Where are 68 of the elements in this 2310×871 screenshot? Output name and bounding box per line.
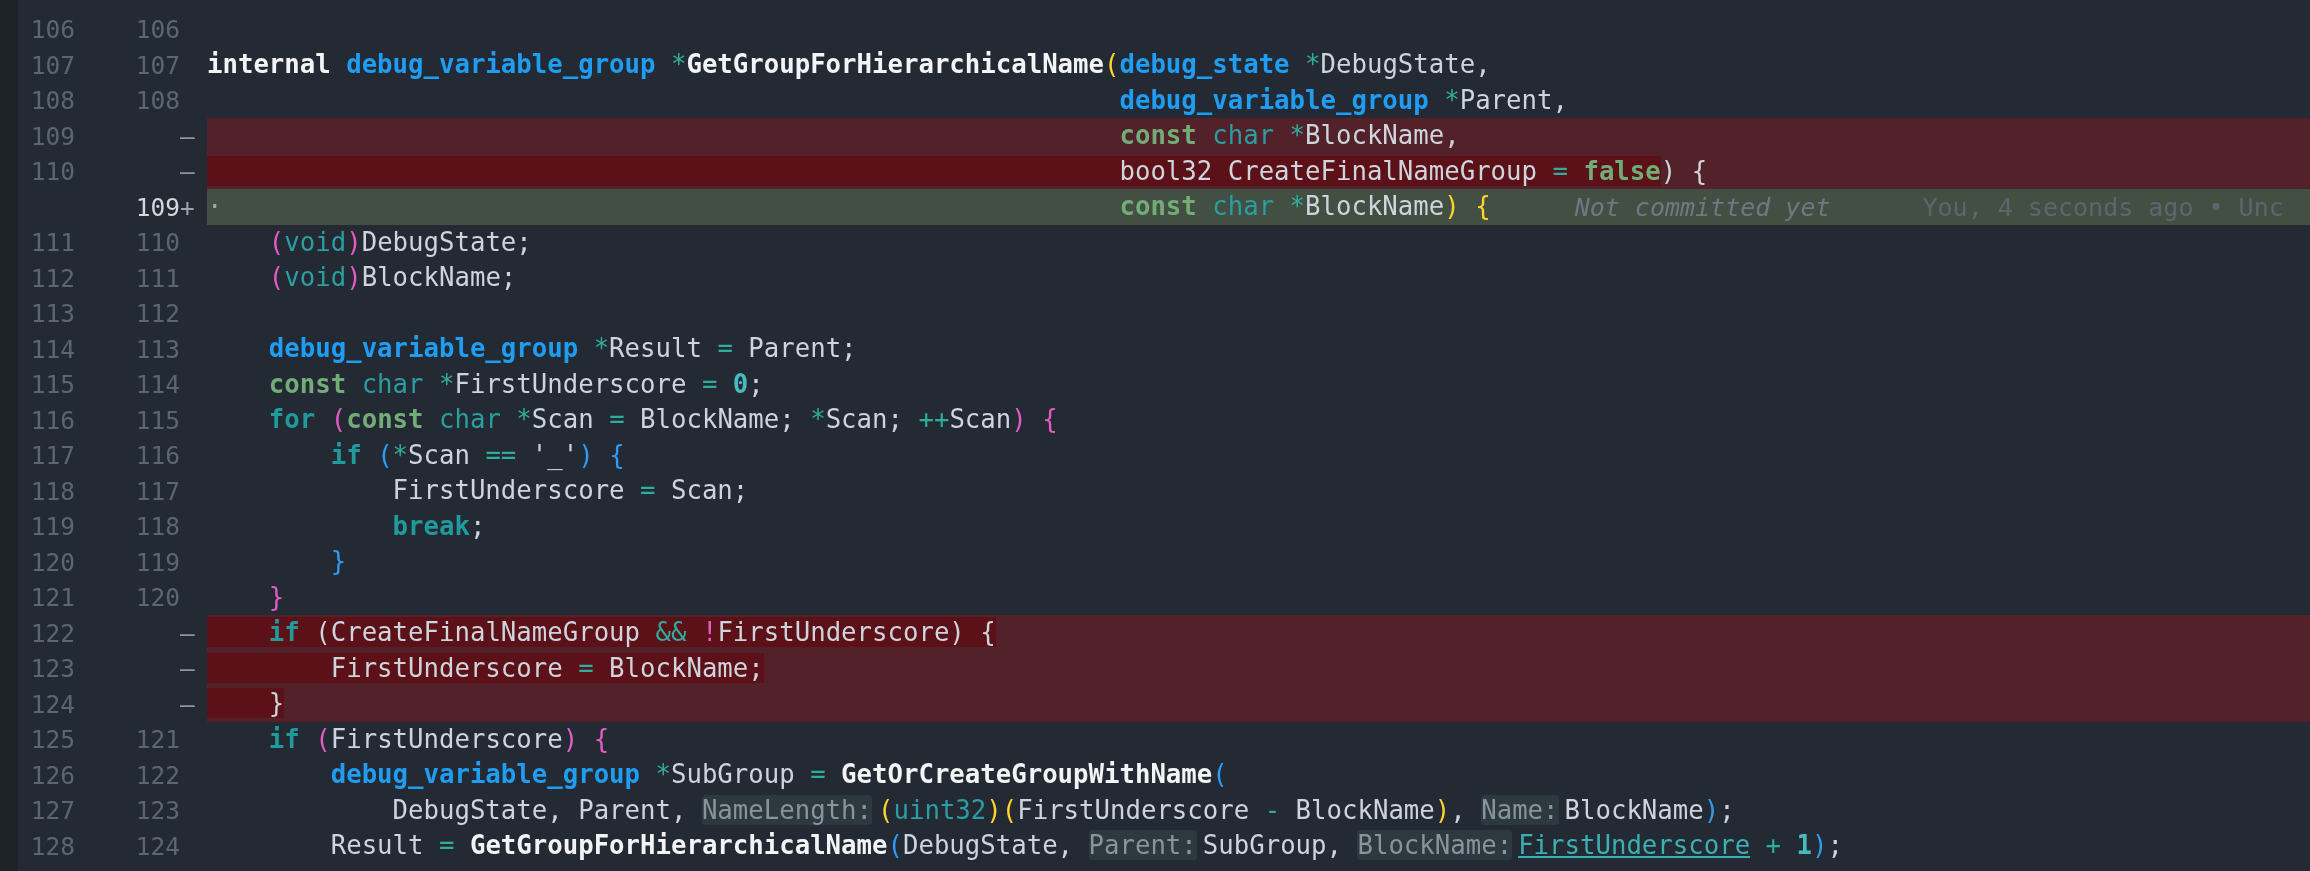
code-line: Result = GetGroupForHierarchicalName(DebugState, Parent: SubGroup, BlockName: FirstUnderscore + 1);	[329, 829, 1843, 863]
line-number: 122	[30, 617, 75, 650]
line-number: 109	[135, 191, 180, 224]
line-number: 108	[135, 85, 180, 118]
commit-message: Not committed yet	[1574, 192, 1831, 222]
code-line: debug_variable_group *Parent,	[1118, 83, 1568, 117]
line-number: 121	[135, 724, 180, 757]
line-number: 116	[135, 440, 180, 473]
code-line: debug_variable_group *SubGroup = GetOrCreateGroupWithName(	[329, 758, 1228, 792]
added-marker: +	[180, 192, 195, 222]
line-number: 120	[135, 582, 180, 615]
line-number: 119	[30, 511, 75, 544]
removed-marker: —	[180, 689, 195, 719]
code-line: if (FirstUnderscore) {	[267, 722, 610, 756]
code-line: DebugState, Parent, NameLength: (uint32)(FirstUnderscore - BlockName), Name: BlockName);	[391, 793, 1735, 827]
code-line: break;	[391, 509, 486, 543]
line-number: 107	[135, 49, 180, 82]
code-line: for (const char *Scan = BlockName; *Scan; ++Scan) {	[267, 403, 1058, 437]
line-number: 112	[30, 262, 75, 295]
line-number: 113	[30, 298, 75, 331]
line-number: 115	[135, 404, 180, 437]
code-line: (void)BlockName;	[267, 261, 517, 295]
line-number: 111	[30, 227, 75, 260]
line-number: 106	[30, 14, 75, 47]
code-line: }	[329, 545, 347, 579]
line-number: 128	[30, 830, 75, 863]
line-number: 110	[30, 156, 75, 189]
line-number: 110	[135, 227, 180, 260]
line-number: 116	[30, 404, 75, 437]
code-line: · const char *BlockName) {	[207, 190, 1491, 224]
code-line: const char *FirstUnderscore = 0;	[267, 367, 764, 401]
removed-marker: —	[180, 654, 195, 684]
line-number: 125	[30, 724, 75, 757]
line-number: 126	[30, 759, 75, 792]
line-number: 124	[30, 688, 75, 721]
line-number: 108	[30, 85, 75, 118]
line-number: 127	[30, 795, 75, 828]
code-line: debug_variable_group *Result = Parent;	[267, 332, 857, 366]
line-number: 118	[135, 511, 180, 544]
line-number: 109	[30, 120, 75, 153]
line-number: 111	[135, 262, 180, 295]
code-line: if (CreateFinalNameGroup && !FirstUnderscore) {	[207, 615, 996, 651]
code-line: }	[267, 580, 285, 614]
line-number: 106	[135, 14, 180, 47]
line-number: 107	[30, 49, 75, 82]
line-number: 121	[30, 582, 75, 615]
removed-marker: —	[180, 121, 195, 151]
line-number: 123	[30, 653, 75, 686]
removed-marker: —	[180, 157, 195, 187]
line-number: 117	[30, 440, 75, 473]
code-line: (void)DebugState;	[267, 225, 532, 259]
code-line: internal debug_variable_group *GetGroupForHierarchicalName(debug_state *DebugState,	[207, 48, 1491, 82]
line-number: 114	[30, 333, 75, 366]
line-number: 123	[135, 795, 180, 828]
removed-marker: —	[180, 618, 195, 648]
line-number: 113	[135, 333, 180, 366]
line-number: 122	[135, 759, 180, 792]
line-number: 114	[135, 369, 180, 402]
line-number: 124	[135, 830, 180, 863]
line-number: 117	[135, 475, 180, 508]
code-line: if (*Scan == '_') {	[329, 438, 625, 472]
line-number: 120	[30, 546, 75, 579]
line-number: 115	[30, 369, 75, 402]
line-number: 112	[135, 298, 180, 331]
line-number: 118	[30, 475, 75, 508]
code-line: const char *BlockName,	[1118, 119, 1460, 153]
code-line: FirstUnderscore = Scan;	[391, 474, 749, 508]
line-number: 119	[135, 546, 180, 579]
